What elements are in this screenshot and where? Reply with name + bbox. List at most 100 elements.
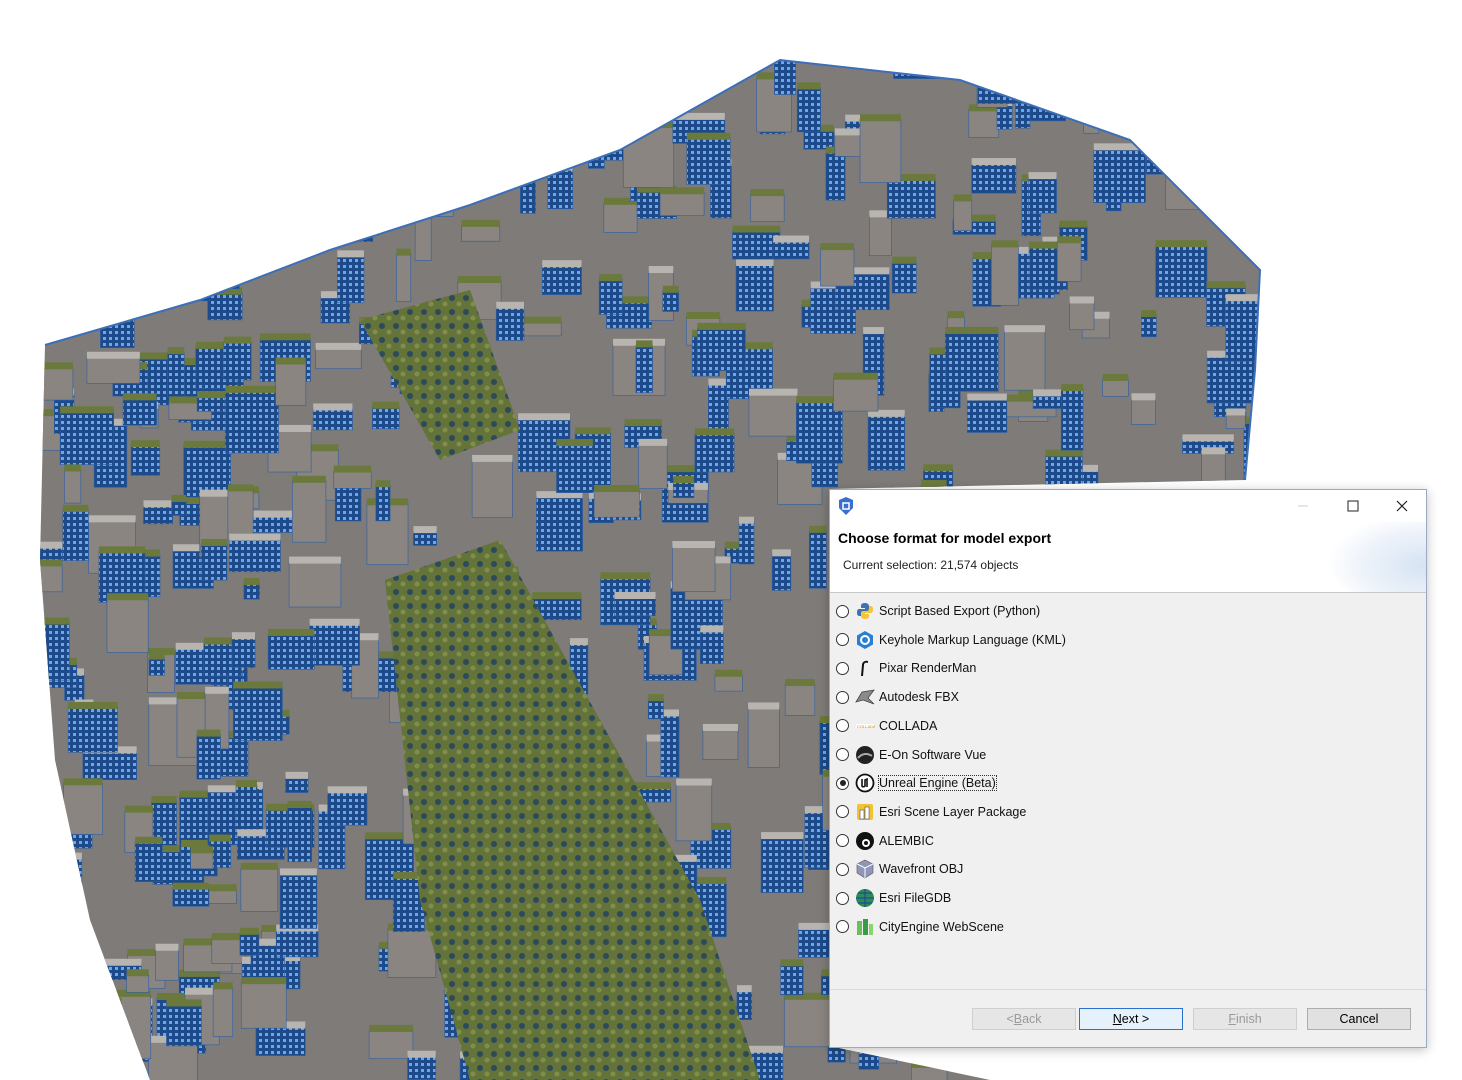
building [760,836,804,893]
building-roof [78,235,126,243]
building-roof [289,556,341,564]
building [279,873,318,929]
format-option[interactable]: CityEngine WebScene [836,916,1004,938]
building-roof [163,199,183,207]
radio-button[interactable] [836,604,849,618]
filegdb-icon [855,888,875,908]
building [1255,60,1260,100]
format-option-label: CityEngine WebScene [879,919,1004,934]
building [1066,88,1112,118]
building-roof [131,60,167,64]
building-roof [523,316,562,324]
format-option[interactable]: Pixar RenderMan [836,657,976,679]
building-roof [820,243,854,251]
radio-button[interactable] [836,776,849,790]
building [146,244,169,299]
building [212,987,234,1037]
format-option[interactable]: Wavefront OBJ [836,858,963,880]
building-roof [315,342,362,350]
close-button[interactable] [1379,490,1425,522]
building [143,504,173,525]
format-option-label: Pixar RenderMan [879,661,977,676]
building [58,904,86,958]
building-roof [614,592,656,600]
building [267,633,315,670]
building-roof [860,114,901,122]
building-roof [143,500,173,508]
building-roof [1059,220,1088,228]
building-roof [773,235,810,243]
minimize-button[interactable] [1280,490,1326,522]
building [536,495,583,552]
format-option[interactable]: Keyhole Markup Language (KML) [836,629,1066,651]
building-roof [383,163,425,171]
building-roof [313,403,353,411]
format-list: Script Based Export (Python) Keyhole Mark… [830,593,1426,989]
selection-status: Current selection: 21,574 objects [843,558,1019,572]
format-option[interactable]: Esri FileGDB [836,887,951,909]
building-roof [171,494,187,502]
building [164,253,210,302]
format-option[interactable]: Esri Scene Layer Package [836,801,1026,823]
format-option-label: Script Based Export (Python) [879,604,1041,618]
radio-button[interactable] [836,862,849,876]
building [1225,413,1246,429]
building [598,278,623,315]
vue-icon [855,745,875,765]
radio-button[interactable] [836,748,849,761]
building-roof [78,60,97,64]
export-dialog: Choose format for model export Current s… [829,489,1427,1048]
building [191,198,237,220]
building-roof [676,778,712,786]
building [163,204,183,229]
building-roof [1201,447,1226,455]
format-option[interactable]: COLLADA COLLADA [836,715,937,737]
building-roof [40,559,63,567]
format-option[interactable]: Autodesk FBX [836,686,959,708]
radio-button[interactable] [836,805,849,819]
building-roof [556,439,593,447]
radio-button[interactable] [836,661,849,675]
radio-button[interactable] [836,834,849,848]
building-roof [160,100,208,108]
radio-button[interactable] [836,891,849,905]
building-roof [76,71,130,79]
format-option-label: Esri Scene Layer Package [879,804,1027,819]
building [40,367,74,401]
building-roof [40,931,92,939]
cancel-button[interactable]: Cancel [1307,1008,1411,1030]
building [126,973,150,993]
building [224,390,279,454]
building [142,117,191,134]
building [50,857,83,907]
building-roof [260,333,311,341]
building [911,1065,948,1080]
building [330,212,352,236]
building-roof [1206,281,1246,289]
building-roof [40,821,73,829]
building-roof [732,225,781,233]
radio-button[interactable] [836,633,849,647]
building-roof [662,285,679,293]
building [387,928,437,978]
back-button[interactable]: < Back [972,1008,1076,1030]
radio-button[interactable] [836,719,849,733]
next-button[interactable]: Next > [1079,1008,1183,1030]
maximize-button[interactable] [1330,490,1376,522]
building-roof [714,669,743,677]
radio-button[interactable] [836,920,849,934]
radio-button[interactable] [836,690,849,704]
building-roof [1066,83,1111,91]
format-option[interactable]: E-On Software Vue [836,744,986,766]
building-roof [98,546,146,554]
format-option[interactable]: Script Based Export (Python) [836,600,1040,622]
building [891,261,917,294]
finish-button[interactable]: Finish [1193,1008,1297,1030]
building [131,61,168,118]
format-option[interactable]: ALEMBIC [836,830,934,852]
format-option[interactable]: Unreal Engine (Beta) [836,772,997,794]
building [1102,378,1129,397]
building [196,734,221,780]
building-roof [147,240,169,248]
building [315,347,362,370]
